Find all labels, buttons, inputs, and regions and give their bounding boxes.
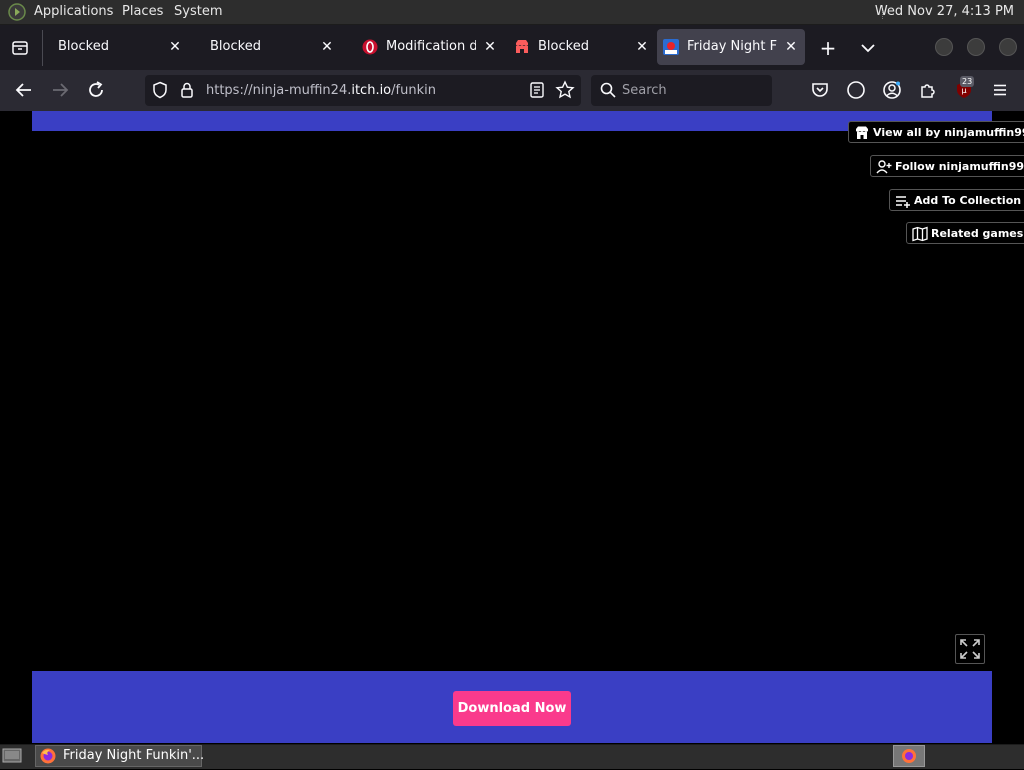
close-icon[interactable]: ✕ bbox=[319, 39, 335, 55]
hamburger-menu-icon[interactable] bbox=[990, 80, 1010, 100]
system-menu[interactable]: System bbox=[174, 0, 222, 24]
ublock-badge: 23 bbox=[960, 76, 975, 87]
url-path: /funkin bbox=[391, 83, 436, 98]
window-close-button[interactable] bbox=[999, 38, 1017, 56]
firefox-view-icon[interactable] bbox=[11, 39, 29, 57]
reload-icon[interactable] bbox=[86, 80, 106, 100]
related-games-label: Related games bbox=[931, 227, 1024, 240]
add-user-icon bbox=[876, 159, 892, 175]
circle-extension-icon[interactable] bbox=[846, 80, 866, 100]
search-placeholder: Search bbox=[622, 83, 667, 98]
search-input[interactable] bbox=[591, 75, 772, 106]
add-to-collection-label: Add To Collection bbox=[914, 194, 1022, 207]
close-icon[interactable]: ✕ bbox=[634, 39, 650, 55]
svg-text:μ: μ bbox=[961, 86, 966, 95]
taskbar-window-title: Friday Night Funkin'... bbox=[63, 748, 205, 763]
related-games-button[interactable]: Related games bbox=[906, 222, 1024, 244]
extensions-puzzle-icon[interactable] bbox=[918, 80, 938, 100]
add-to-collection-button[interactable]: Add To Collection bbox=[889, 189, 1024, 211]
account-icon[interactable] bbox=[882, 80, 902, 100]
tab-title: Blocked bbox=[58, 39, 109, 54]
close-icon[interactable]: ✕ bbox=[482, 39, 498, 55]
url-text[interactable]: https://ninja-muffin24.itch.io/funkin bbox=[206, 75, 436, 106]
forward-arrow-icon[interactable] bbox=[50, 80, 70, 100]
game-embed-area[interactable] bbox=[32, 131, 992, 671]
tab-title: Blocked bbox=[210, 39, 261, 54]
applications-logo-icon[interactable] bbox=[8, 3, 26, 21]
firefox-icon bbox=[902, 749, 916, 763]
fullscreen-button[interactable] bbox=[955, 634, 985, 664]
places-menu[interactable]: Places bbox=[122, 0, 163, 24]
view-all-label: View all by ninjamuffin99 bbox=[873, 126, 1024, 139]
applications-menu[interactable]: Applications bbox=[34, 0, 113, 24]
firefox-icon bbox=[40, 748, 56, 764]
map-icon bbox=[912, 226, 928, 242]
window-minimize-button[interactable] bbox=[935, 38, 953, 56]
reader-view-icon[interactable] bbox=[528, 81, 546, 99]
close-icon[interactable]: ✕ bbox=[783, 39, 799, 55]
tab-title: Blocked bbox=[538, 39, 589, 54]
fnf-icon bbox=[663, 39, 679, 55]
bookmark-star-icon[interactable] bbox=[555, 80, 575, 100]
url-domain: itch.io bbox=[351, 83, 392, 98]
itchio-store-icon bbox=[854, 125, 870, 141]
url-prefix: https://ninja-muffin24. bbox=[206, 83, 352, 98]
itchio-red-icon bbox=[514, 39, 530, 55]
download-now-button[interactable]: Download Now bbox=[453, 691, 571, 726]
tab-friday-night-funkin[interactable]: Friday Night Fu ✕ bbox=[657, 29, 805, 65]
workspace-switcher[interactable] bbox=[893, 745, 925, 767]
window-maximize-button[interactable] bbox=[967, 38, 985, 56]
shield-icon[interactable] bbox=[151, 81, 169, 99]
tab-blocked-2[interactable]: Blocked ✕ bbox=[193, 29, 341, 65]
tab-blocked-3[interactable]: Blocked ✕ bbox=[508, 29, 656, 65]
fullscreen-icon bbox=[960, 639, 980, 659]
follow-button[interactable]: Follow ninjamuffin99 bbox=[870, 155, 1024, 177]
tab-title: Modification de bbox=[386, 39, 476, 54]
tab-modification[interactable]: Modification de ✕ bbox=[356, 29, 504, 65]
close-icon[interactable]: ✕ bbox=[167, 39, 183, 55]
follow-label: Follow ninjamuffin99 bbox=[895, 160, 1024, 173]
opera-red-icon bbox=[362, 39, 378, 55]
tab-title: Friday Night Fu bbox=[687, 39, 777, 54]
search-icon bbox=[599, 81, 617, 99]
lock-icon[interactable] bbox=[179, 81, 195, 99]
tab-blocked-1[interactable]: Blocked ✕ bbox=[41, 29, 189, 65]
new-tab-button[interactable]: + bbox=[818, 38, 838, 58]
pocket-icon[interactable] bbox=[810, 80, 830, 100]
tab-list-chevron-icon[interactable] bbox=[858, 38, 878, 58]
clock[interactable]: Wed Nov 27, 4:13 PM bbox=[875, 0, 1014, 24]
back-arrow-icon[interactable] bbox=[14, 80, 34, 100]
show-desktop-icon[interactable] bbox=[2, 747, 22, 765]
playlist-add-icon bbox=[895, 193, 911, 209]
view-all-button[interactable]: View all by ninjamuffin99 bbox=[848, 121, 1024, 143]
